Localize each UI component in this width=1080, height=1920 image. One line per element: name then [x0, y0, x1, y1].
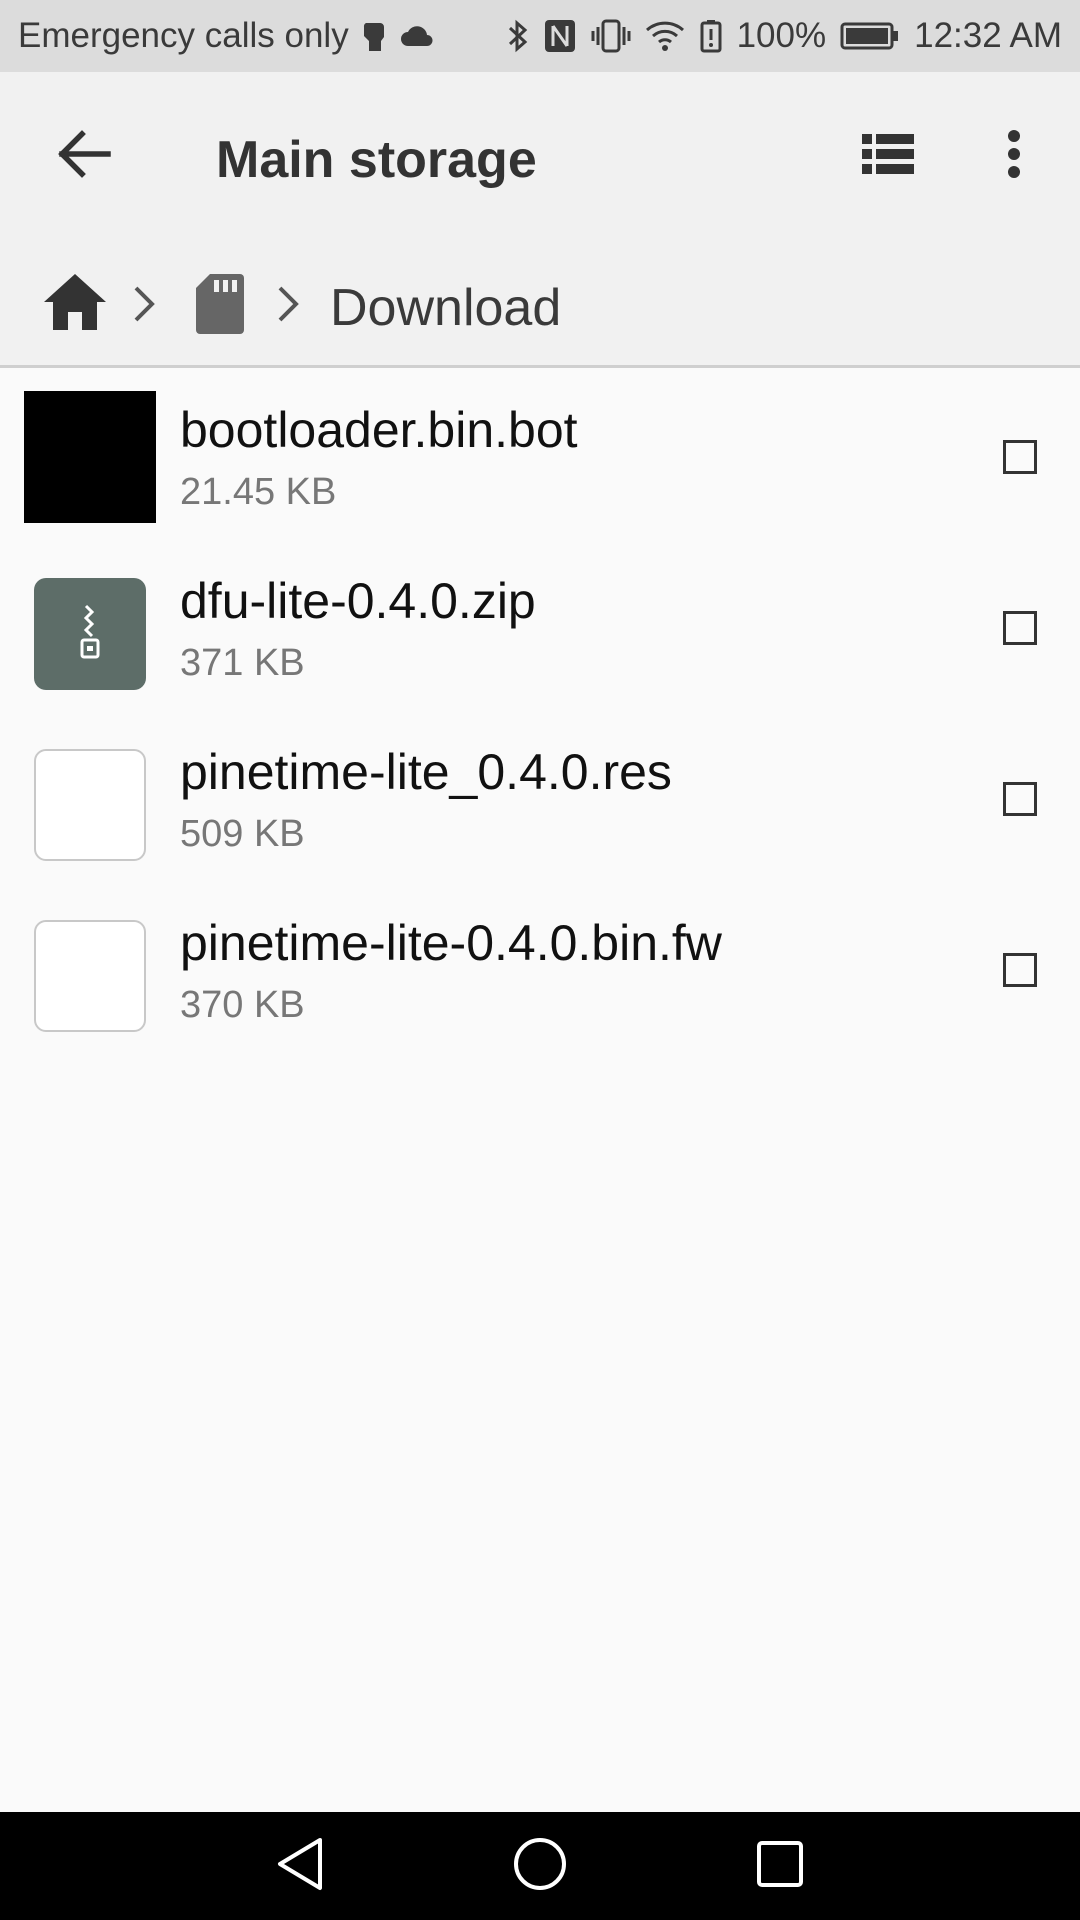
- nav-recents-icon: [755, 1839, 805, 1894]
- file-size: 509 KB: [180, 813, 305, 855]
- breadcrumb: Download: [0, 242, 1080, 368]
- file-name: pinetime-lite-0.4.0.bin.fw: [180, 915, 722, 971]
- nav-home-button[interactable]: [504, 1830, 576, 1902]
- app-bar: Main storage: [0, 72, 1080, 242]
- nav-back-button[interactable]: [264, 1830, 336, 1902]
- sd-card-icon: [194, 274, 246, 340]
- vibrate-icon: [591, 14, 631, 58]
- bluetooth-icon: [507, 14, 529, 58]
- list-item[interactable]: dfu-lite-0.4.0.zip 371 KB: [0, 542, 1080, 713]
- status-left: Emergency calls only: [18, 14, 435, 58]
- list-item[interactable]: pinetime-lite_0.4.0.res 509 KB: [0, 713, 1080, 884]
- more-options-button[interactable]: [972, 114, 1056, 198]
- more-vert-icon: [1006, 129, 1022, 184]
- back-arrow-icon: [56, 129, 112, 183]
- battery-icon: [840, 14, 900, 58]
- file-list: bootloader.bin.bot 21.45 KB dfu-lite-0.4…: [0, 371, 1080, 1055]
- list-item[interactable]: pinetime-lite-0.4.0.bin.fw 370 KB: [0, 884, 1080, 1055]
- nav-back-icon: [274, 1836, 326, 1897]
- breadcrumb-home[interactable]: [42, 272, 112, 338]
- file-size: 21.45 KB: [180, 471, 337, 513]
- select-checkbox[interactable]: [1003, 953, 1037, 987]
- wifi-icon: [645, 14, 685, 58]
- black-thumbnail: [24, 391, 156, 523]
- fist-notification-icon: [361, 14, 387, 58]
- select-checkbox[interactable]: [1003, 440, 1037, 474]
- file-name: pinetime-lite_0.4.0.res: [180, 744, 672, 800]
- breadcrumb-sd-card[interactable]: [194, 272, 250, 338]
- select-checkbox[interactable]: [1003, 611, 1037, 645]
- zip-icon: [78, 604, 102, 665]
- nfc-icon: [543, 14, 577, 58]
- chevron-right-icon: [132, 282, 156, 331]
- file-size: 371 KB: [180, 642, 305, 684]
- list-view-icon: [860, 130, 916, 183]
- blank-file-thumbnail: [34, 749, 146, 861]
- nav-home-icon: [512, 1836, 568, 1897]
- select-checkbox[interactable]: [1003, 782, 1037, 816]
- home-icon: [42, 274, 108, 336]
- navigation-bar: [0, 1812, 1080, 1920]
- cloud-icon: [399, 14, 435, 58]
- breadcrumb-current[interactable]: Download: [330, 278, 561, 338]
- carrier-text: Emergency calls only: [18, 16, 349, 55]
- back-button[interactable]: [42, 114, 126, 198]
- file-name: bootloader.bin.bot: [180, 402, 578, 458]
- chevron-right-icon: [276, 282, 300, 331]
- file-size: 370 KB: [180, 984, 305, 1026]
- status-right: 100% 12:32 AM: [507, 14, 1062, 58]
- status-time: 12:32 AM: [914, 16, 1062, 55]
- nav-recents-button[interactable]: [744, 1830, 816, 1902]
- status-bar: Emergency calls only 100% 12:32 AM: [0, 0, 1080, 72]
- battery-saver-icon: [699, 14, 723, 58]
- list-item[interactable]: bootloader.bin.bot 21.45 KB: [0, 371, 1080, 542]
- page-title: Main storage: [216, 131, 537, 189]
- battery-percent: 100%: [736, 16, 827, 55]
- blank-file-thumbnail: [34, 920, 146, 1032]
- file-name: dfu-lite-0.4.0.zip: [180, 573, 536, 629]
- zip-thumbnail: [34, 578, 146, 690]
- list-view-button[interactable]: [846, 114, 930, 198]
